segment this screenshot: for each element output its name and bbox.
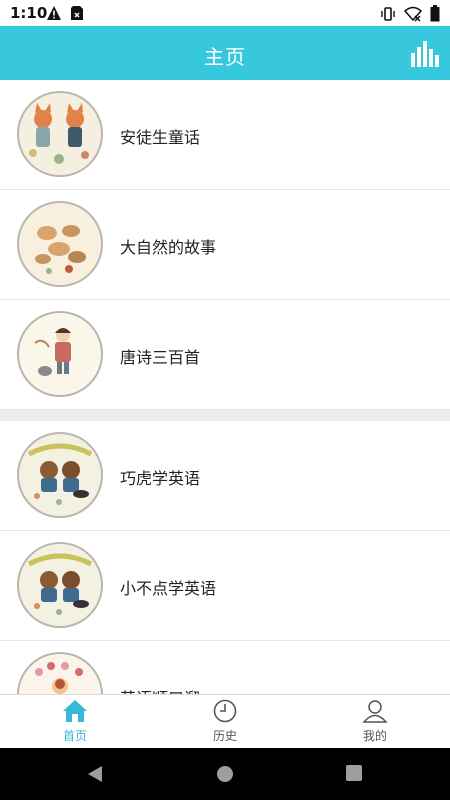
status-left-icons	[46, 5, 84, 21]
app-bar: 主页	[0, 26, 450, 80]
list-item[interactable]: 安徒生童话	[0, 80, 450, 190]
list-item[interactable]: 唐诗三百首	[0, 300, 450, 410]
tab-mine-label: 我的	[362, 729, 387, 743]
tab-history[interactable]: 历史	[150, 695, 300, 749]
sim-icon	[71, 6, 83, 20]
tab-home-label: 首页	[62, 729, 87, 743]
status-bar: 1:10	[0, 0, 450, 26]
bottom-nav: 首页 历史 我的	[0, 694, 450, 749]
content-list: 安徒生童话 大自然的故事 唐诗三百首 巧虎学英语 小不点学英语	[0, 80, 450, 694]
item-label: 安徒生童话	[120, 128, 201, 147]
list-item[interactable]: 巧虎学英语	[0, 421, 450, 531]
item-label: 大自然的故事	[120, 238, 217, 257]
item-label: 巧虎学英语	[120, 469, 201, 488]
home-circle-icon[interactable]	[215, 764, 235, 784]
page-title: 主页	[204, 45, 246, 69]
flower-illustration	[17, 652, 103, 694]
tab-home[interactable]: 首页	[0, 695, 150, 749]
tab-mine[interactable]: 我的	[300, 695, 450, 749]
tab-history-label: 历史	[212, 729, 237, 743]
bear-illustration	[17, 432, 103, 518]
person-icon	[362, 700, 388, 723]
list-item[interactable]: 大自然的故事	[0, 190, 450, 300]
child-illustration	[17, 311, 103, 397]
bear-illustration	[17, 542, 103, 628]
section-divider	[0, 410, 450, 421]
status-right-icons	[380, 5, 440, 22]
clock-icon	[213, 699, 237, 723]
list-item[interactable]: 小不点学英语	[0, 531, 450, 641]
wifi-off-icon	[404, 6, 422, 22]
fox-illustration	[17, 91, 103, 177]
alert-icon	[47, 6, 61, 20]
back-icon[interactable]	[86, 764, 104, 784]
status-time: 1:10	[10, 4, 48, 22]
vibrate-icon	[381, 6, 395, 21]
item-label: 英语顺口溜	[120, 685, 200, 694]
squirrel-illustration	[17, 201, 103, 287]
item-label: 小不点学英语	[120, 579, 217, 598]
system-nav-bar	[0, 748, 450, 800]
home-icon	[63, 700, 87, 722]
equalizer-icon[interactable]	[410, 39, 440, 67]
item-label: 唐诗三百首	[120, 348, 201, 367]
recents-icon[interactable]	[345, 764, 363, 782]
battery-icon	[430, 5, 440, 22]
list-item[interactable]: 英语顺口溜	[0, 641, 450, 694]
